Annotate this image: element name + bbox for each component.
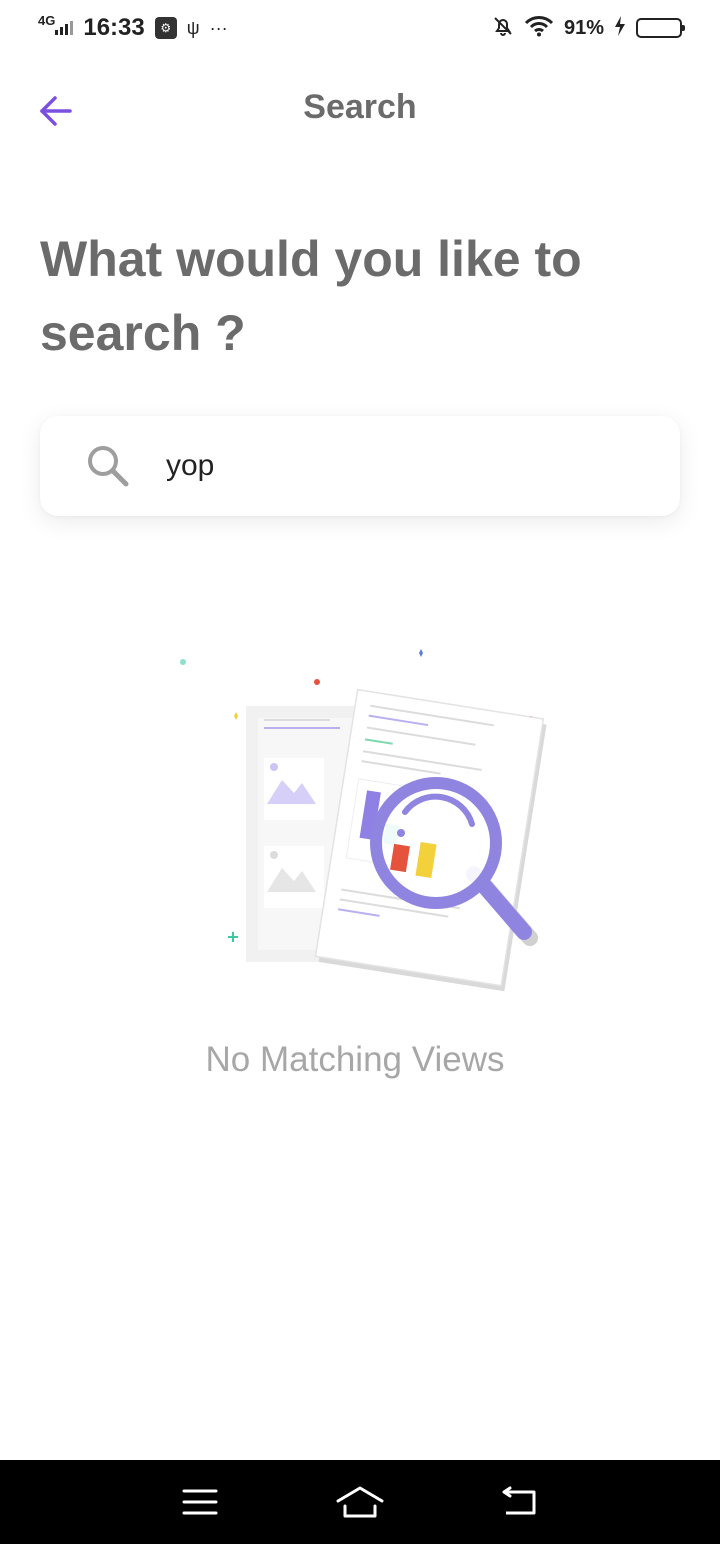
more-notifications-icon: ··· [209, 17, 228, 38]
network-type: 4G [38, 12, 56, 28]
clock: 16:33 [83, 14, 145, 41]
usb-icon: ψ [186, 17, 200, 38]
home-icon [336, 1486, 384, 1518]
empty-state-message: No Matching Views [205, 1040, 505, 1079]
search-prompt-heading: What would you like to search ? [40, 231, 582, 361]
wifi-icon [524, 15, 554, 42]
search-box[interactable] [40, 416, 680, 516]
status-left: 4G 16:33 ⚙ ψ ··· [38, 12, 228, 42]
mute-bell-icon [492, 15, 514, 42]
search-input[interactable] [166, 436, 646, 496]
search-icon [88, 446, 129, 487]
status-bar: 4G 16:33 ⚙ ψ ··· 91% [0, 0, 720, 56]
usb-debug-icon: ⚙ [154, 17, 177, 39]
nav-home-button[interactable] [330, 1477, 390, 1527]
back-icon [502, 1486, 536, 1515]
page-title: Search [303, 88, 417, 126]
system-nav-bar [0, 1460, 720, 1544]
search-screen: 4G 16:33 ⚙ ψ ··· 91% Search What would y… [0, 0, 720, 1544]
battery-percent: 91% [563, 16, 604, 39]
nav-menu-button[interactable] [170, 1477, 230, 1527]
signal-icon [55, 21, 74, 35]
nav-back-button[interactable] [490, 1477, 550, 1527]
app-bar: Search [0, 76, 720, 146]
status-right: 91% [492, 15, 685, 42]
menu-icon [182, 1489, 218, 1515]
document-magnifier-illustration [180, 649, 547, 992]
battery-icon [636, 18, 685, 38]
charging-icon [614, 15, 626, 41]
